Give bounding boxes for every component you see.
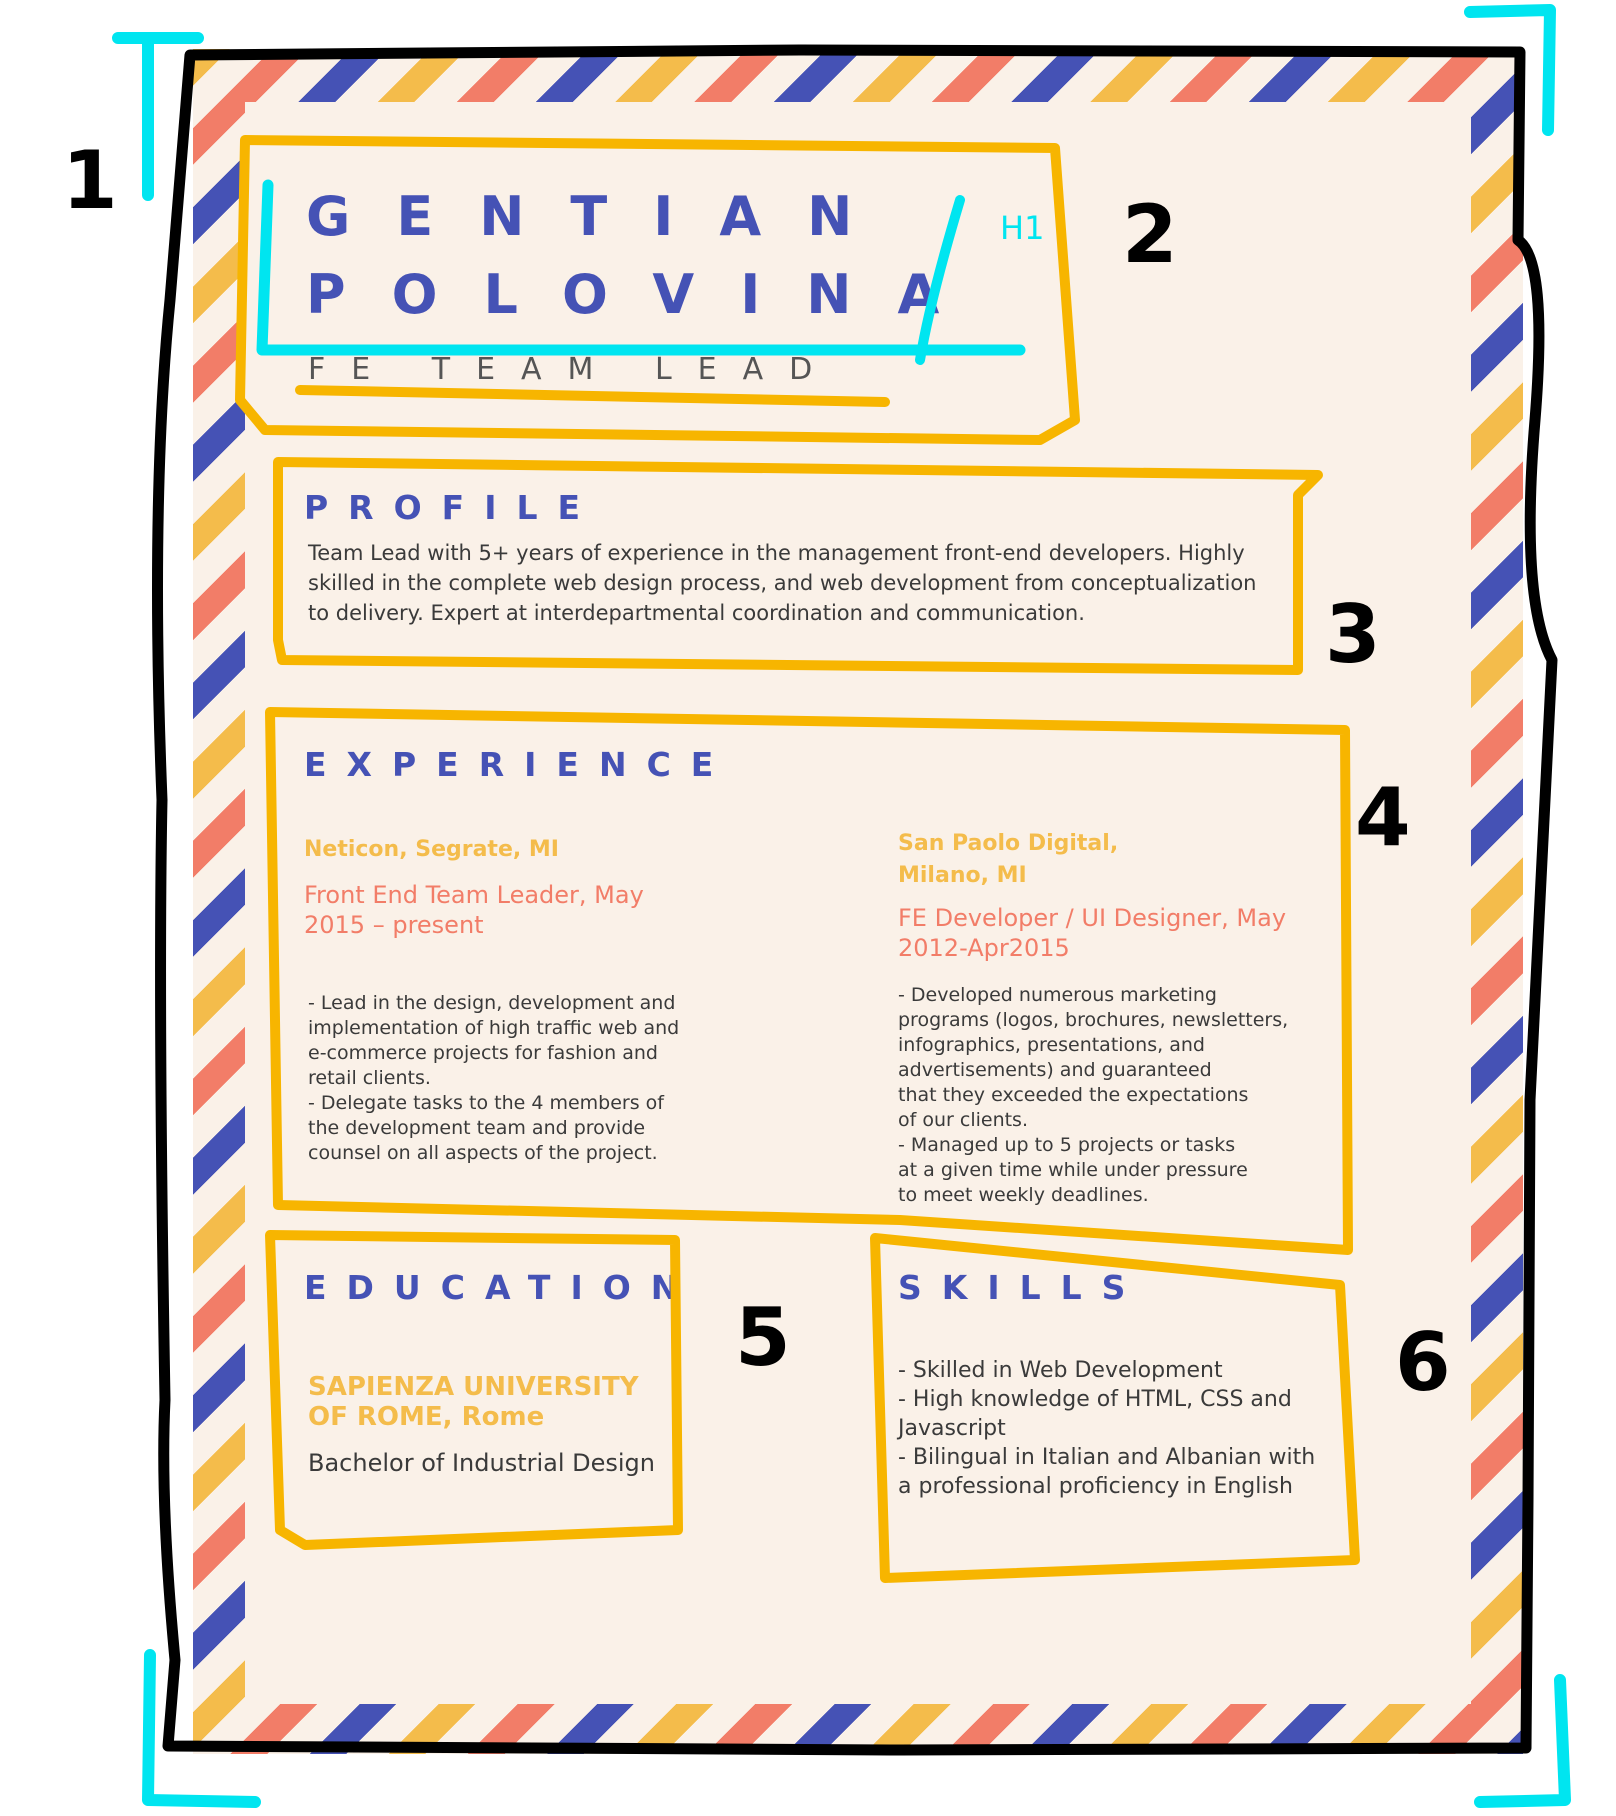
- annotation-overlay: 1 2 3 4 5 6 H1: [62, 4, 1571, 1808]
- heading-marker: [915, 195, 965, 365]
- h1-tag-label: H1: [1000, 209, 1044, 247]
- section-box-education: [265, 1230, 683, 1550]
- section-box-skills: [870, 1233, 1360, 1583]
- section-box-profile: [273, 457, 1323, 675]
- title-underline: [295, 385, 890, 407]
- annotation-number: 1: [62, 134, 118, 227]
- annotation-number: 3: [1325, 588, 1381, 681]
- annotation-number: 4: [1355, 771, 1411, 864]
- section-box-experience: [265, 707, 1353, 1255]
- corner-marker: [1464, 4, 1556, 136]
- heading-marker: [256, 179, 1026, 356]
- annotation-number: 6: [1395, 1316, 1451, 1409]
- annotation-number: 5: [735, 1291, 791, 1384]
- annotation-number: 2: [1122, 188, 1178, 281]
